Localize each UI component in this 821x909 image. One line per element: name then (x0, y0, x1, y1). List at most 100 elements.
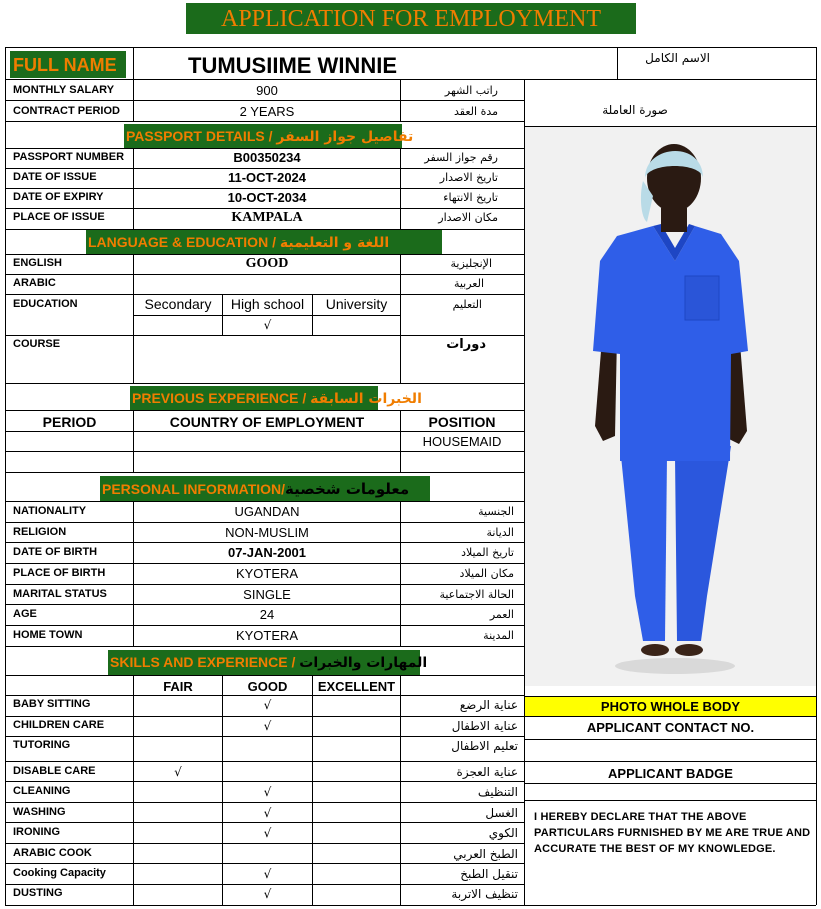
personal-heading-ar: معلومات شخصية (285, 480, 410, 498)
skill-mark: √ (263, 719, 272, 733)
grid-line (5, 274, 524, 275)
grid-line (133, 148, 134, 229)
education-level-highschool: High school (230, 296, 305, 312)
grid-line (400, 410, 401, 472)
contact-label: APPLICANT CONTACT NO. (586, 720, 755, 735)
place-of-issue-label: PLACE OF ISSUE (13, 211, 105, 223)
grid-line (5, 843, 524, 844)
grid-line (5, 294, 524, 295)
photo-label-ar: صورة العاملة (602, 103, 668, 117)
passport-number-label: PASSPORT NUMBER (13, 151, 125, 163)
contract-period-label-ar: مدة العقد (454, 105, 498, 118)
skills-heading-en: SKILLS AND EXPERIENCE / (110, 654, 300, 670)
skill-mark: √ (263, 826, 272, 840)
grid-line (133, 410, 134, 472)
personal-label-ar: العمر (489, 608, 514, 621)
declaration-text: I HEREBY DECLARE THAT THE ABOVE PARTICUL… (534, 811, 811, 855)
experience-col-country: COUNTRY OF EMPLOYMENT (169, 414, 365, 430)
grid-line (400, 675, 401, 905)
language-heading-en: LANGUAGE & EDUCATION / (88, 234, 280, 250)
photo-frame (525, 126, 816, 686)
skill-mark: √ (263, 887, 272, 901)
grid-line (524, 783, 816, 784)
grid-line (400, 254, 401, 383)
skills-col-fair: FAIR (163, 679, 193, 694)
full-name-label: FULL NAME (13, 55, 117, 75)
skill-label: ARABIC COOK (13, 847, 92, 859)
skill-label-ar: عناية العجزة (456, 765, 518, 779)
skill-label-ar: تعليم الاطفال (451, 739, 518, 753)
grid-line (5, 47, 6, 905)
grid-line (5, 100, 524, 101)
skill-mark: √ (263, 867, 272, 881)
skills-heading-ar: المهارات والخبرات (299, 655, 428, 671)
badge-label: APPLICANT BADGE (608, 766, 733, 781)
skill-label: WASHING (13, 806, 66, 818)
experience-heading-en: PREVIOUS EXPERIENCE / (132, 390, 311, 406)
full-name-value: TUMUSIIME WINNIE (188, 53, 397, 78)
skill-mark: √ (174, 765, 182, 779)
contract-period-value: 2 YEARS (239, 104, 295, 119)
personal-label: DATE OF BIRTH (13, 546, 98, 558)
personal-heading-en: PERSONAL INFORMATION/ (102, 481, 286, 497)
grid-line (5, 254, 524, 255)
education-level-university: University (325, 296, 388, 312)
skill-label-ar: عناية الرضع (459, 698, 518, 712)
grid-line (5, 584, 524, 585)
grid-line (400, 148, 401, 229)
monthly-salary-value: 900 (256, 83, 278, 98)
skill-label-ar: الغسل (485, 806, 518, 820)
personal-value: NON-MUSLIM (225, 525, 309, 540)
course-label: COURSE (13, 338, 61, 350)
grid-line (133, 675, 134, 905)
grid-line (5, 781, 524, 782)
grid-line (5, 761, 524, 762)
passport-number-label-ar: رقم جواز السفر (424, 151, 498, 164)
grid-line (5, 168, 524, 169)
monthly-salary-label: MONTHLY SALARY (13, 84, 115, 96)
experience-col-position: POSITION (428, 414, 496, 430)
grid-line (400, 501, 401, 646)
grid-line (524, 696, 816, 697)
personal-label-ar: الجنسية (478, 505, 514, 518)
grid-line (222, 675, 223, 905)
skill-label: BABY SITTING (13, 698, 91, 710)
grid-line (5, 501, 524, 502)
grid-line (5, 625, 524, 626)
experience-heading-ar: الخبرات السابقة (310, 391, 422, 407)
grid-line (524, 696, 525, 905)
personal-value: KYOTERA (235, 566, 299, 581)
grid-line (617, 47, 618, 79)
personal-label-ar: مكان الميلاد (459, 567, 514, 580)
english-label: ENGLISH (13, 257, 62, 269)
grid-line (5, 802, 524, 803)
language-heading-ar: اللغة و التعليمية (279, 235, 390, 251)
grid-line (5, 188, 524, 189)
skill-label-ar: تنظيف الاتربة (451, 887, 518, 901)
grid-line (5, 646, 524, 647)
grid-line (5, 383, 524, 384)
grid-line (5, 716, 524, 717)
grid-line (133, 315, 400, 316)
grid-line (524, 716, 816, 717)
experience-row1-position: HOUSEMAID (422, 434, 502, 449)
personal-value: 24 (259, 607, 275, 622)
page-title: APPLICATION FOR EMPLOYMENT (220, 6, 602, 32)
grid-line (5, 905, 816, 906)
grid-line (133, 254, 134, 383)
issue-date-value: 11-OCT-2024 (227, 170, 307, 185)
english-value: GOOD (245, 256, 289, 271)
personal-label: PLACE OF BIRTH (13, 567, 106, 579)
skill-label-ar: الكوي (488, 826, 518, 840)
grid-line (5, 472, 524, 473)
language-heading: LANGUAGE & EDUCATION / اللغة و التعليمية (86, 230, 442, 254)
personal-value: SINGLE (243, 587, 291, 602)
contract-period-label: CONTRACT PERIOD (13, 105, 120, 117)
education-label-ar: التعليم (452, 298, 482, 311)
grid-line (222, 294, 223, 335)
issue-date-label-ar: تاريخ الاصدار (439, 171, 498, 184)
skill-label: TUTORING (13, 739, 71, 751)
personal-label-ar: الحالة الاجتماعية (439, 588, 514, 601)
personal-heading: PERSONAL INFORMATION/معلومات شخصية (100, 476, 430, 502)
grid-line (524, 761, 816, 762)
